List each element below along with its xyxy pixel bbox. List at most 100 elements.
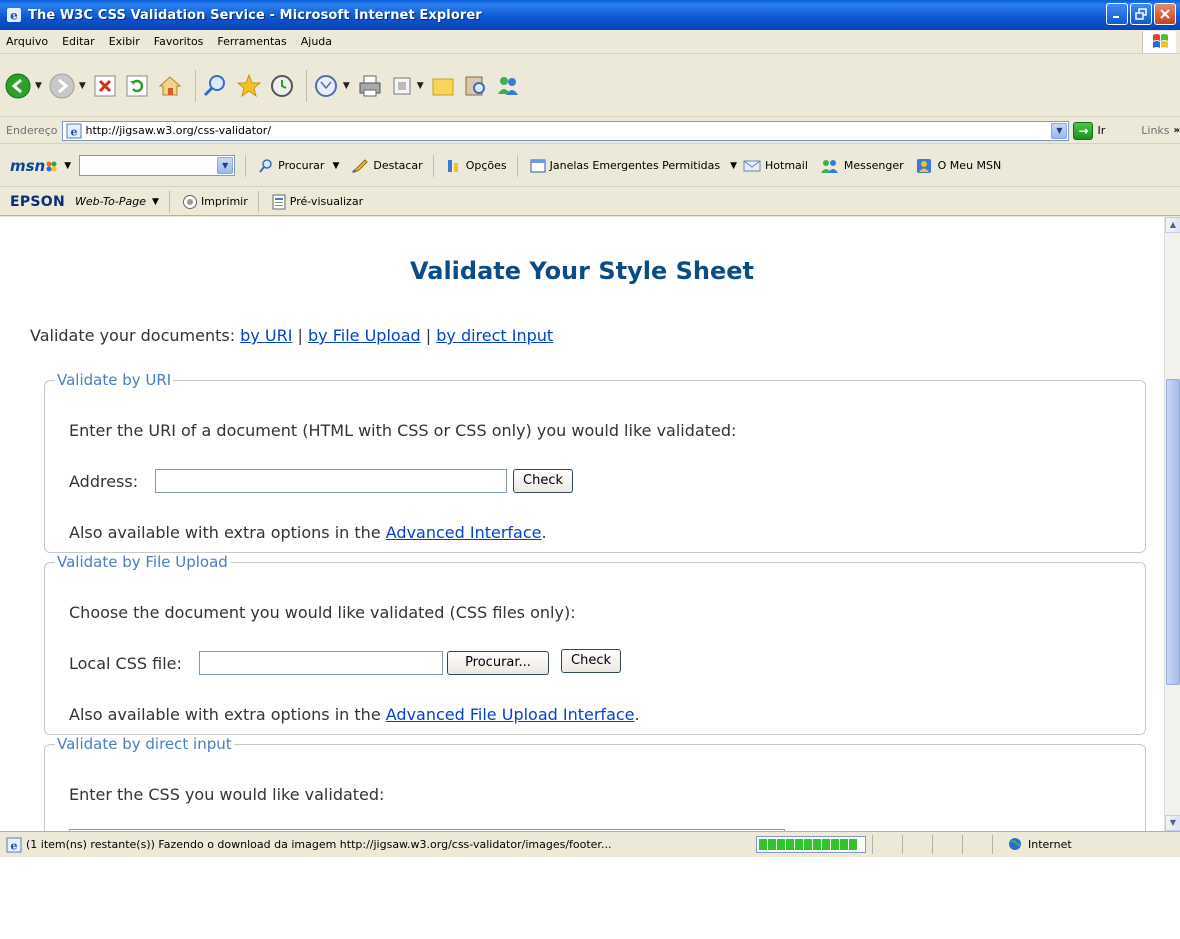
msn-options-button[interactable]: Opções	[446, 158, 507, 174]
uri-address-label: Address:	[69, 472, 139, 491]
menu-exibir[interactable]: Exibir	[103, 35, 148, 48]
chevron-down-icon[interactable]: ▼	[332, 161, 339, 171]
back-button[interactable]: ▼	[4, 72, 42, 100]
toolbar-separator	[245, 154, 247, 177]
window-titlebar[interactable]: e The W3C CSS Validation Service - Micro…	[0, 0, 1180, 30]
toolbar-separator	[516, 154, 518, 177]
page-title: Validate Your Style Sheet	[410, 257, 754, 285]
status-cell	[992, 835, 993, 854]
msn-popups-button[interactable]: Janelas Emergentes Permitidas ▼	[530, 158, 737, 174]
upload-fieldset: Validate by File Upload Choose the docum…	[44, 553, 1146, 735]
search-button[interactable]	[201, 72, 229, 100]
messenger-people-icon	[820, 159, 838, 173]
scroll-thumb[interactable]	[1166, 379, 1180, 685]
msn-options-label: Opções	[465, 159, 507, 172]
envelope-icon	[743, 160, 761, 171]
upload-file-input[interactable]	[199, 651, 443, 675]
chevron-down-icon[interactable]: ▼	[35, 81, 42, 91]
address-label: Endereço	[6, 124, 58, 137]
nav-line: Validate your documents: by URI | by Fil…	[30, 326, 553, 345]
links-toolbar[interactable]: Links	[1141, 124, 1169, 137]
preview-icon	[272, 194, 286, 209]
uri-check-button[interactable]: Check	[513, 469, 573, 493]
close-button[interactable]	[1154, 3, 1176, 25]
nav-link-direct[interactable]: by direct Input	[436, 326, 553, 345]
edit-button[interactable]: ▼	[390, 74, 424, 98]
vertical-scrollbar[interactable]: ▲ ▼	[1164, 217, 1180, 831]
chevron-down-icon[interactable]: ▼	[217, 157, 234, 174]
chevron-down-icon[interactable]: ▼	[730, 161, 737, 171]
msn-highlight-button[interactable]: Destacar	[351, 158, 423, 174]
chevron-down-icon[interactable]: ▼	[64, 161, 71, 171]
svg-text:e: e	[10, 9, 18, 23]
msn-messenger-button[interactable]: Messenger	[820, 158, 904, 174]
chevron-down-icon[interactable]: ▼	[417, 81, 424, 91]
chevron-down-icon[interactable]: ▼	[1051, 122, 1068, 139]
page-icon: e	[66, 123, 81, 138]
address-bar: Endereço e http://jigsaw.w3.org/css-vali…	[0, 118, 1180, 144]
popup-window-icon	[530, 159, 546, 172]
go-arrow-icon[interactable]: →	[1073, 121, 1094, 140]
menu-favoritos[interactable]: Favoritos	[148, 35, 212, 48]
epson-print-button[interactable]: Imprimir	[182, 194, 248, 210]
uri-instructions: Enter the URI of a document (HTML with C…	[69, 421, 737, 440]
uri-also-suffix: .	[541, 523, 547, 542]
favorites-button[interactable]	[235, 72, 263, 100]
uri-also-text: Also available with extra options in the…	[69, 523, 547, 542]
go-button[interactable]: Ir	[1097, 124, 1105, 137]
msn-logo[interactable]: msn	[10, 157, 45, 175]
chevron-down-icon[interactable]: ▼	[79, 81, 86, 91]
advanced-upload-interface-link[interactable]: Advanced File Upload Interface	[386, 705, 635, 724]
address-input[interactable]: e http://jigsaw.w3.org/css-validator/ ▼	[61, 120, 1070, 141]
refresh-button[interactable]	[124, 73, 150, 99]
maximize-button[interactable]	[1130, 3, 1152, 25]
chevron-down-icon[interactable]: ▼	[343, 81, 350, 91]
print-button[interactable]	[356, 72, 384, 100]
messenger-people-icon	[497, 76, 518, 95]
uri-fieldset: Validate by URI Enter the URI of a docum…	[44, 371, 1146, 553]
minimize-button[interactable]	[1106, 3, 1128, 25]
windows-flag-icon	[1153, 34, 1168, 48]
msn-mymsn-button[interactable]: O Meu MSN	[916, 158, 1001, 174]
restore-icon	[1135, 8, 1147, 20]
nav-link-uri[interactable]: by URI	[240, 326, 292, 345]
advanced-interface-link[interactable]: Advanced Interface	[386, 523, 542, 542]
menu-editar[interactable]: Editar	[56, 35, 103, 48]
epson-print-label: Imprimir	[200, 195, 248, 208]
nav-link-upload[interactable]: by File Upload	[308, 326, 421, 345]
msn-hotmail-button[interactable]: Hotmail	[743, 159, 808, 173]
progress-bar	[756, 836, 866, 853]
uri-address-input[interactable]	[155, 469, 507, 493]
chevron-down-icon[interactable]: ▼	[152, 197, 159, 207]
msn-messenger-label: Messenger	[843, 159, 904, 172]
direct-legend: Validate by direct input	[57, 735, 232, 753]
discuss-button[interactable]	[430, 73, 456, 99]
mail-button[interactable]: ▼	[312, 72, 350, 100]
menu-ajuda[interactable]: Ajuda	[295, 35, 340, 48]
epson-preview-button[interactable]: Pré-visualizar	[271, 194, 363, 210]
msn-search-button[interactable]: Procurar ▼	[258, 158, 339, 174]
menu-ferramentas[interactable]: Ferramentas	[211, 35, 294, 48]
star-icon	[236, 73, 262, 97]
search-icon	[203, 74, 225, 96]
upload-check-button[interactable]: Check	[561, 649, 621, 673]
msn-search-input[interactable]: ▼	[79, 155, 236, 176]
close-icon	[1160, 9, 1170, 19]
history-button[interactable]	[269, 73, 295, 99]
scroll-down-arrow[interactable]: ▼	[1165, 815, 1180, 831]
print-circle-icon	[182, 194, 197, 209]
browse-button[interactable]: Procurar...	[447, 651, 549, 675]
ie-icon: e	[7, 8, 21, 23]
direct-instructions: Enter the CSS you would like validated:	[69, 785, 385, 804]
menu-arquivo[interactable]: Arquivo	[0, 35, 56, 48]
stop-button[interactable]	[92, 73, 118, 99]
webtopage-menu[interactable]: Web-To-Page	[75, 195, 146, 208]
chevron-right-icon[interactable]: »	[1174, 125, 1180, 136]
research-button[interactable]	[462, 73, 488, 99]
printer-icon	[359, 75, 381, 96]
scroll-up-arrow[interactable]: ▲	[1165, 217, 1180, 233]
forward-button[interactable]: ▼	[48, 72, 86, 100]
messenger-toolbar-button[interactable]	[494, 72, 522, 100]
home-button[interactable]	[156, 72, 184, 100]
epson-toolbar: EPSON Web-To-Page ▼ Imprimir Pré-visuali…	[0, 188, 1180, 216]
